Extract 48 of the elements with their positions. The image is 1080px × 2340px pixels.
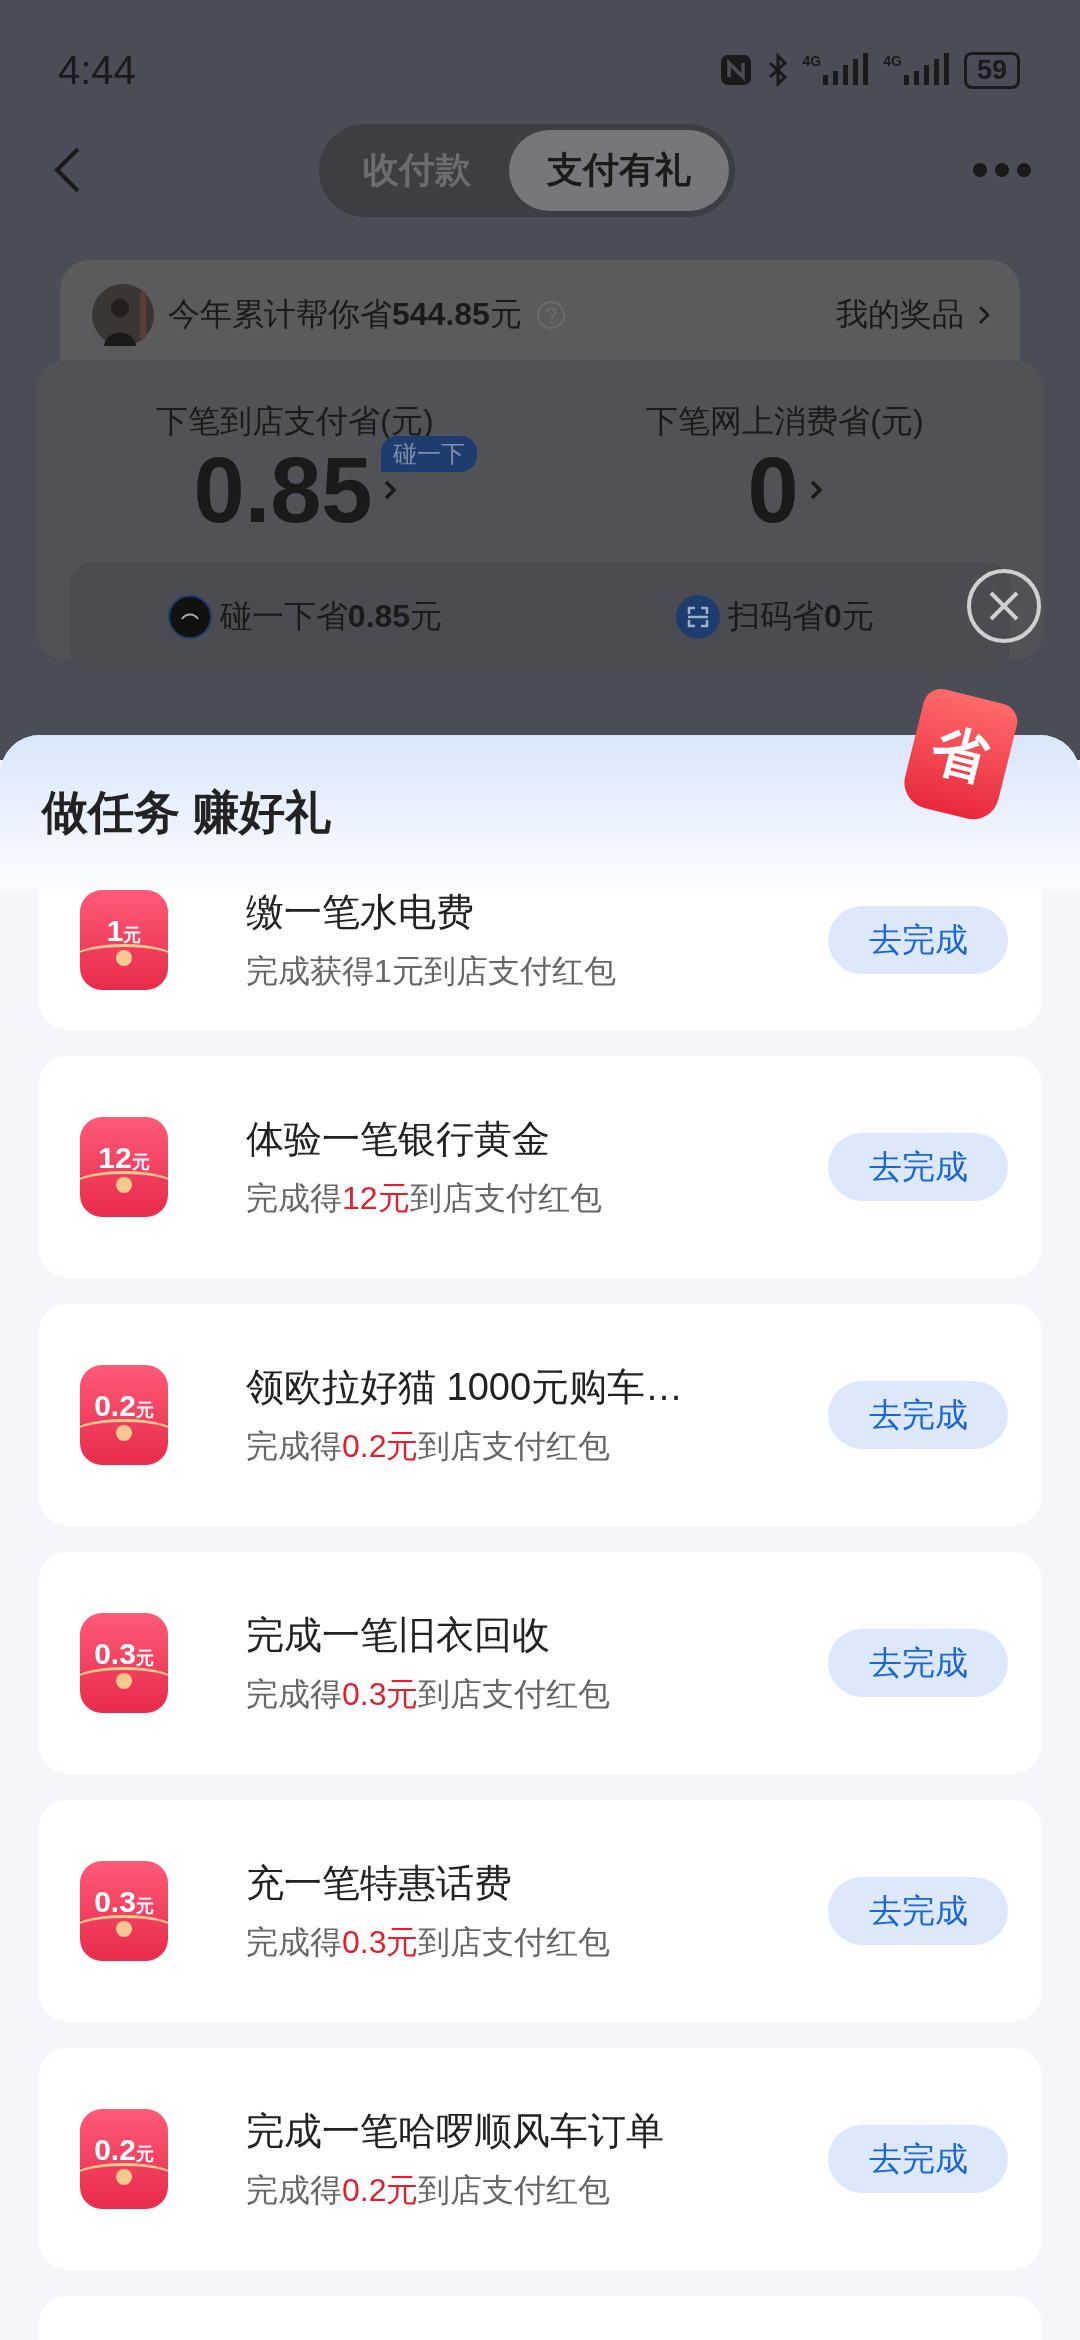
envelope-icon: 1元	[80, 890, 168, 990]
status-time: 4:44	[58, 47, 136, 93]
signal-icon	[903, 53, 950, 87]
chevron-icon	[382, 479, 397, 501]
back-icon[interactable]	[52, 146, 82, 194]
complete-button[interactable]: 去完成	[828, 1629, 1008, 1697]
complete-button[interactable]: 去完成	[828, 1381, 1008, 1449]
task-title: 充一笔特惠话费	[246, 1860, 513, 1906]
stat-label: 下笔网上消费省(元)	[646, 402, 924, 441]
task-title: 缴一笔水电费	[246, 889, 475, 935]
scan-icon	[676, 595, 721, 639]
close-icon[interactable]	[966, 568, 1042, 644]
network-type: 4G	[802, 53, 822, 69]
nfc-icon	[718, 53, 753, 87]
sheet-title: 做任务 赚好礼	[42, 784, 331, 840]
complete-button[interactable]: 去完成	[828, 1133, 1008, 1201]
envelope-icon: 0.3元	[80, 1613, 168, 1713]
signal-icon	[823, 53, 870, 87]
envelope-icon: 0.3元	[80, 1861, 168, 1961]
battery-level: 59	[963, 51, 1020, 89]
task-reward: 完成得0.3元到店支付红包	[246, 1922, 612, 1962]
task-reward: 完成得12元到店支付红包	[246, 1178, 603, 1218]
task-reward: 完成获得1元到店支付红包	[246, 951, 617, 991]
more-icon[interactable]	[972, 162, 1032, 178]
avatar	[92, 284, 154, 346]
stat-value[interactable]: 0.85	[193, 444, 373, 536]
envelope-icon: 0.2元	[80, 2109, 168, 2209]
network-type: 4G	[883, 53, 902, 69]
complete-button[interactable]: 去完成	[828, 2125, 1008, 2193]
chevron-icon	[808, 479, 823, 501]
envelope-icon: 12元	[80, 1117, 168, 1217]
stat-value[interactable]: 0	[747, 444, 799, 536]
task-reward: 完成得0.2元到店支付红包	[246, 2170, 612, 2210]
task-title: 完成一笔旧衣回收	[246, 1612, 551, 1658]
chevron-icon	[978, 305, 990, 325]
bluetooth-icon	[766, 53, 789, 87]
task-reward: 完成得0.2元到店支付红包	[246, 1426, 612, 1466]
pay-icon	[167, 595, 212, 639]
task-title: 领欧拉好猫 1000元购车…	[246, 1364, 685, 1410]
savings-text: 今年累计帮你省544.85元	[168, 295, 522, 334]
complete-button[interactable]: 去完成	[828, 906, 1008, 974]
task-title: 完成一笔哈啰顺风车订单	[246, 2108, 665, 2154]
my-prizes-link[interactable]: 我的奖品	[836, 293, 964, 337]
tab[interactable]: 支付有礼	[509, 129, 729, 211]
envelope-icon: 0.2元	[80, 1365, 168, 1465]
task-title: 体验一笔银行黄金	[246, 1116, 551, 1162]
complete-button[interactable]: 去完成	[828, 1877, 1008, 1945]
task-reward: 完成得0.3元到店支付红包	[246, 1674, 612, 1714]
